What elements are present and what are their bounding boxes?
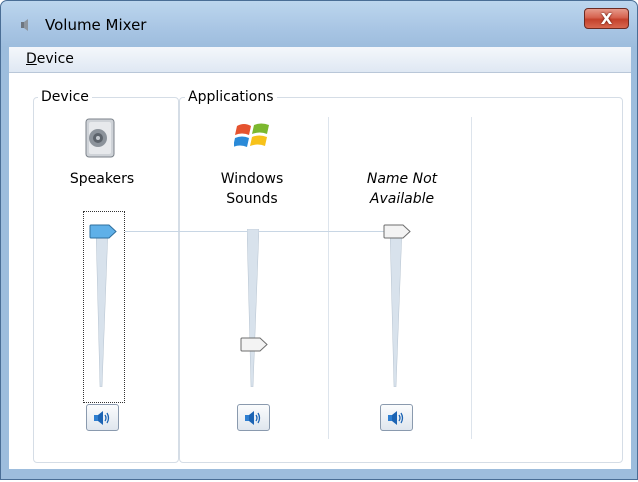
device-name: Speakers — [69, 171, 135, 187]
close-button[interactable]: X — [584, 8, 629, 29]
unnamed-app-mute-button[interactable] — [380, 404, 413, 431]
speaker-volume-icon — [94, 411, 110, 425]
speaker-app-icon — [21, 19, 28, 31]
app-name-windows-sounds: Windows Sounds — [220, 171, 284, 207]
volume-track — [390, 229, 402, 387]
unnamed-app-volume-slider[interactable] — [381, 224, 421, 401]
volume-thumb[interactable] — [89, 224, 117, 239]
mixer-client-area: Device Applications Speakers Windows Sou… — [9, 73, 631, 469]
device-group-title: Device — [38, 89, 92, 105]
windows-sounds-volume-slider[interactable] — [238, 229, 278, 401]
windows-logo-icon — [234, 123, 269, 147]
speaker-device-icon — [85, 118, 115, 158]
volume-thumb[interactable] — [240, 337, 268, 352]
app-name-unavailable: Name Not Available — [366, 171, 438, 207]
window-title: Volume Mixer — [45, 16, 147, 34]
volume-mixer-window: Volume Mixer X Device Device Application… — [0, 0, 638, 480]
speaker-volume-icon — [245, 411, 261, 425]
menu-bar: Device — [9, 47, 631, 73]
column-separator — [328, 117, 329, 439]
windows-sounds-mute-button[interactable] — [237, 404, 270, 431]
speaker-volume-icon — [388, 411, 404, 425]
volume-track — [96, 229, 108, 387]
device-volume-slider[interactable] — [87, 224, 127, 401]
applications-group-title: Applications — [185, 89, 277, 105]
title-bar[interactable]: Volume Mixer X — [1, 1, 637, 47]
device-mute-button[interactable] — [86, 404, 119, 431]
column-separator — [471, 117, 472, 439]
menu-device[interactable]: Device — [26, 51, 74, 67]
volume-thumb[interactable] — [383, 224, 411, 239]
volume-track — [247, 229, 259, 387]
